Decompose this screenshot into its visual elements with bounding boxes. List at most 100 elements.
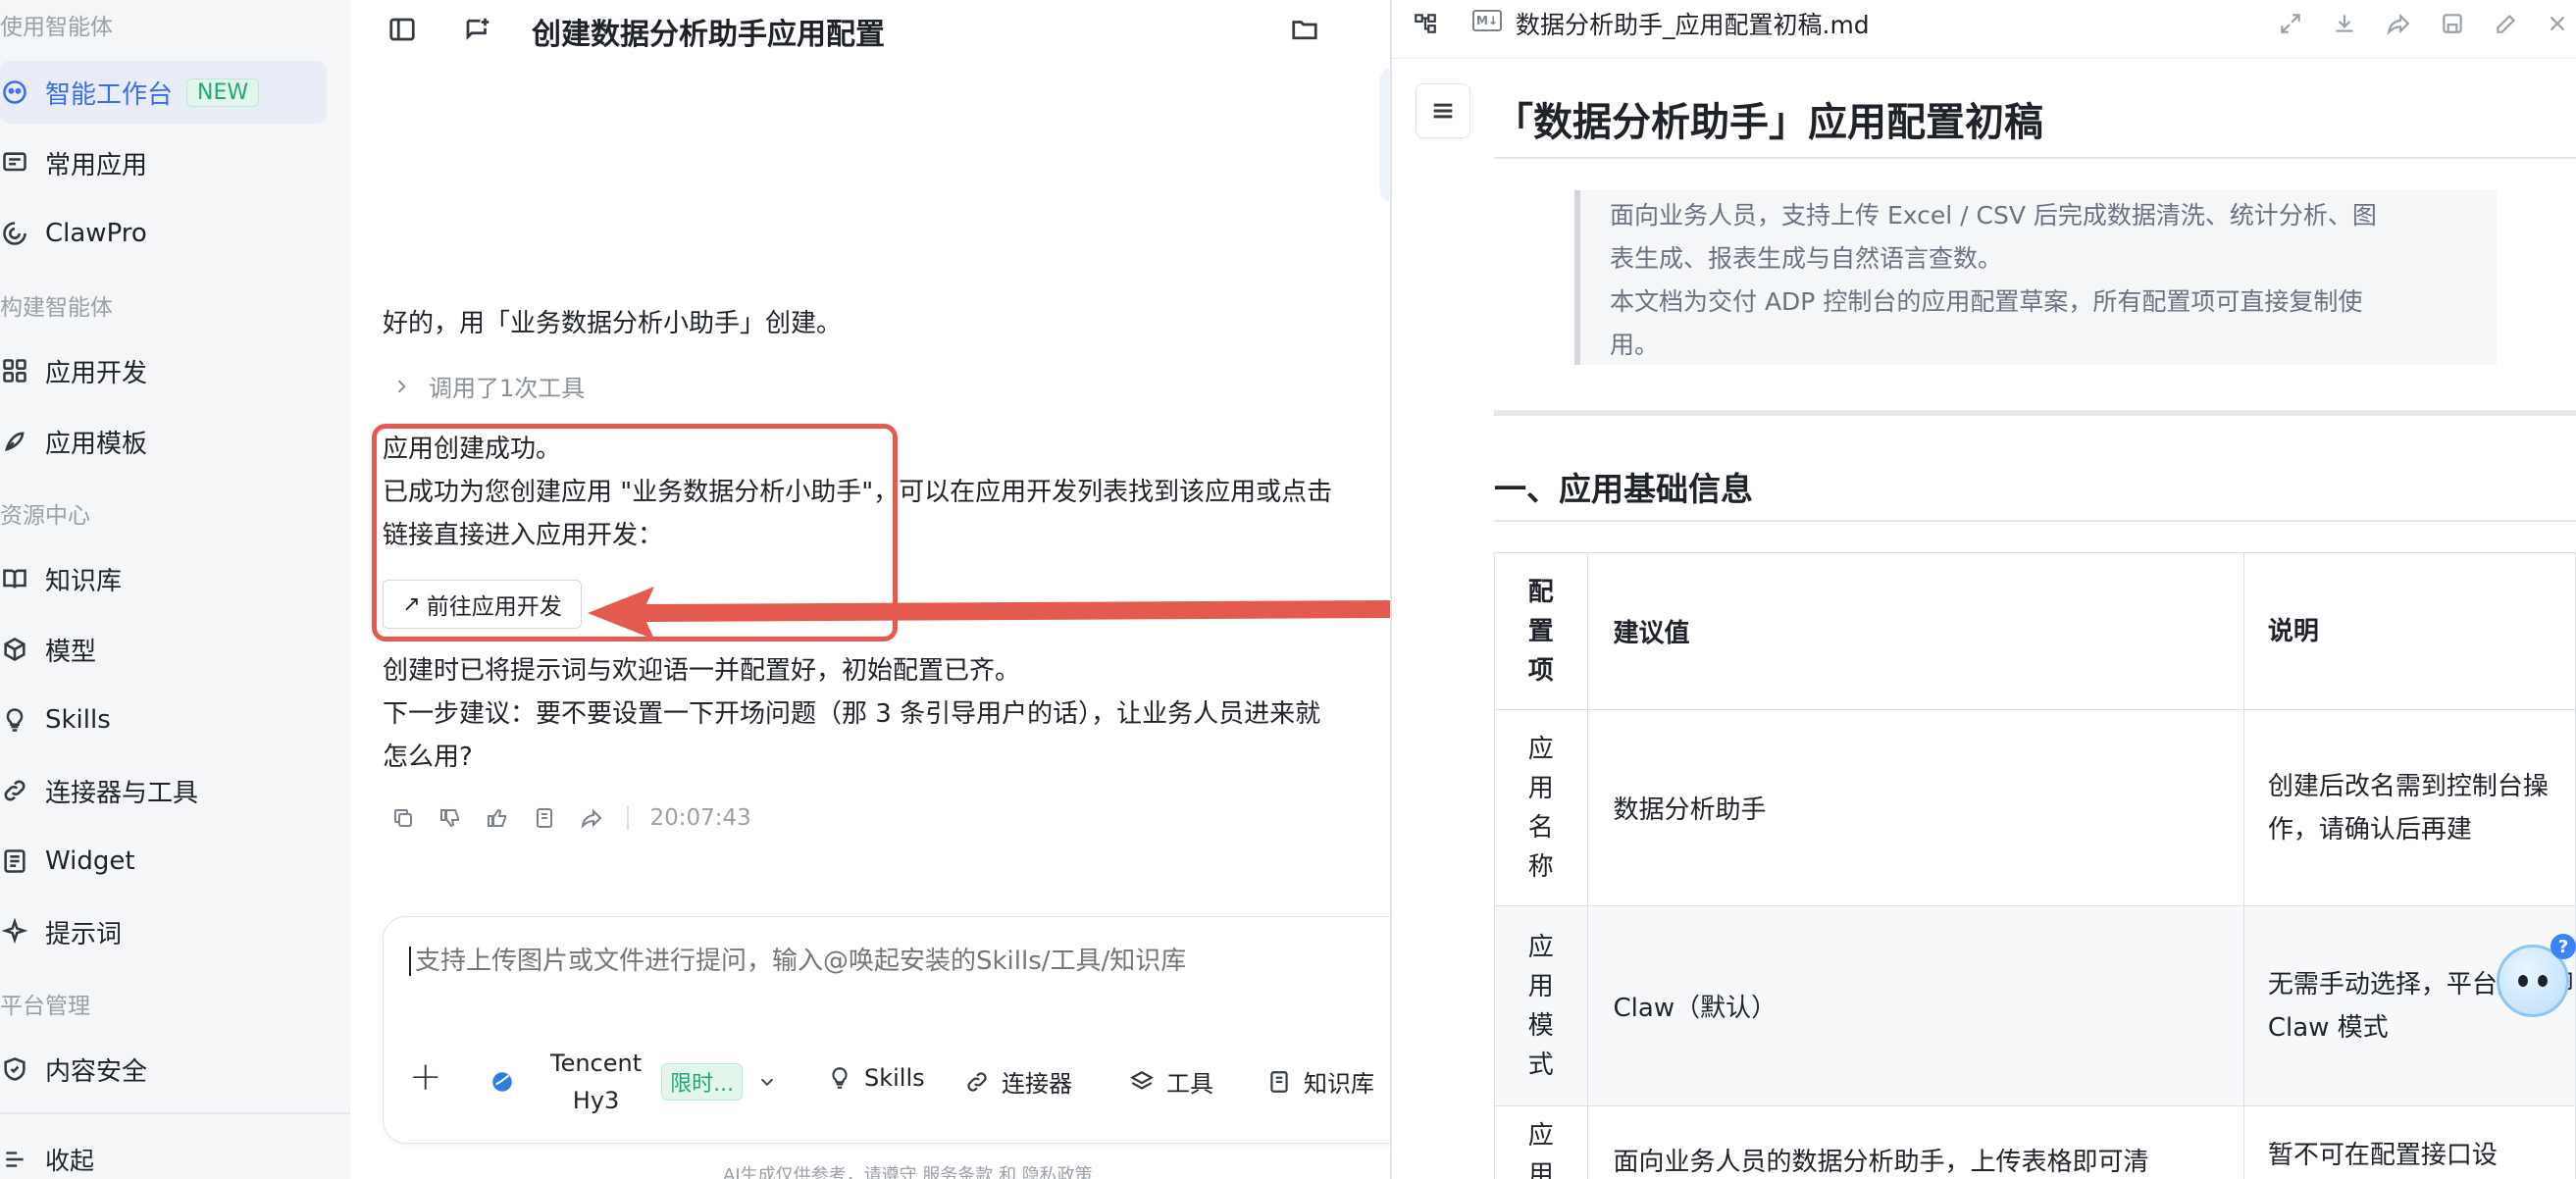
- sidebar-item-clawpro[interactable]: ClawPro: [0, 202, 327, 265]
- knowledge-button[interactable]: 知识库: [1266, 1064, 1374, 1099]
- model-selector[interactable]: Tencent Hy3 限时...: [489, 1045, 790, 1119]
- sidebar-item-label: 智能工作台: [45, 79, 174, 110]
- widget-icon: [0, 846, 29, 876]
- heading-rule: [1494, 520, 2576, 522]
- followup-line: 创建时已将提示词与欢迎语一并配置好，初始配置已齐。: [383, 656, 1021, 686]
- chevron-right-icon: [397, 379, 406, 393]
- quote-line: 本文档为交付 ADP 控制台的应用配置草案，所有配置项可直接复制使: [1610, 287, 2363, 316]
- table-cell: 面向业务人员的数据分析助手，上传表格即可清: [1586, 1105, 2244, 1179]
- edit-icon[interactable]: [2491, 8, 2522, 39]
- sidebar-item-app-templates[interactable]: 应用模板: [0, 410, 327, 473]
- sidebar-item-knowledge-base[interactable]: 知识库: [0, 547, 327, 610]
- document-blockquote: 面向业务人员，支持上传 Excel / CSV 后完成数据清洗、统计分析、图 表…: [1574, 190, 2497, 365]
- thumbs-up-icon[interactable]: [484, 804, 511, 832]
- sidebar-item-common-apps[interactable]: 常用应用: [0, 131, 327, 194]
- config-table: 配置项 建议值 说明 应用名称 数据分析助手 创建后改名需到控制台操作，请确认后…: [1494, 552, 2576, 1179]
- chevron-down-icon: [760, 1078, 774, 1087]
- chat-header: 创建数据分析助手应用配置: [350, 0, 1390, 61]
- sidebar-item-label: 应用开发: [45, 358, 148, 388]
- collapse-icon: [0, 1145, 29, 1174]
- section-title-build: 构建智能体: [0, 295, 113, 321]
- page-title: 创建数据分析助手应用配置: [532, 18, 885, 52]
- composer: + Tencent Hy3 限时... Skills: [383, 916, 1390, 1144]
- tools-button[interactable]: 工具: [1129, 1064, 1213, 1099]
- outline-icon[interactable]: [1410, 8, 1441, 39]
- link-icon: [967, 1071, 987, 1092]
- tools-label: 工具: [1166, 1070, 1213, 1098]
- table-header: 配置项: [1494, 552, 1588, 710]
- book-icon: [0, 564, 29, 593]
- table-cell: 应用名称: [1494, 709, 1588, 906]
- document-filename: 数据分析助手_应用配置初稿.md: [1516, 11, 1870, 39]
- panel-edge-tab: [1380, 69, 1390, 202]
- clawpro-icon: [0, 219, 29, 248]
- sidebar-item-prompts[interactable]: 提示词: [0, 900, 327, 963]
- quote-line: 面向业务人员，支持上传 Excel / CSV 后完成数据清洗、统计分析、图: [1610, 201, 2377, 230]
- disclaimer-text: AI生成仅供参考，请遵守 服务条款 和 隐私政策: [723, 1165, 1093, 1179]
- sidebar-item-workspace[interactable]: 智能工作台 NEW: [0, 61, 327, 124]
- grid-icon: [0, 356, 29, 385]
- sidebar-item-app-dev[interactable]: 应用开发: [0, 339, 327, 402]
- share-icon[interactable]: [2383, 8, 2414, 39]
- document-topbar: M↓ 数据分析助手_应用配置初稿.md: [1392, 0, 2576, 59]
- sidebar-item-models[interactable]: 模型: [0, 618, 327, 681]
- collapse-label: 收起: [45, 1147, 95, 1175]
- sidebar-item-label: 提示词: [45, 919, 123, 949]
- followup-line: 怎么用?: [383, 743, 473, 772]
- sidebar-item-label: 常用应用: [45, 150, 148, 180]
- save-icon[interactable]: [2437, 8, 2468, 39]
- cube-icon: [0, 635, 29, 664]
- section-title-platform: 平台管理: [0, 994, 90, 1019]
- plus-icon: +: [409, 1054, 442, 1100]
- message-input[interactable]: [409, 947, 1370, 976]
- copy-icon[interactable]: [389, 804, 417, 832]
- sidebar-item-connectors[interactable]: 连接器与工具: [0, 759, 327, 822]
- sidebar-item-label: Skills: [45, 705, 111, 735]
- composer-toolbar: + Tencent Hy3 限时... Skills 连接器 工具 知识库: [384, 1045, 1390, 1123]
- tool-call-toggle[interactable]: 调用了1次工具: [391, 369, 585, 403]
- table-row: 应用名称 数据分析助手 创建后改名需到控制台操作，请确认后再建: [1494, 709, 2576, 906]
- title-rule: [1494, 157, 2576, 159]
- message-actions: 20:07:43: [389, 804, 751, 832]
- save-note-icon[interactable]: [531, 804, 558, 832]
- help-icon[interactable]: ?: [2550, 934, 2576, 959]
- attach-button[interactable]: +: [409, 1054, 442, 1100]
- workspace-icon: [0, 77, 29, 107]
- document-icon: [1270, 1070, 1288, 1093]
- table-of-contents-button[interactable]: [1416, 83, 1470, 138]
- toggle-sidebar-icon[interactable]: [385, 12, 420, 47]
- new-badge: NEW: [186, 77, 260, 107]
- connectors-button[interactable]: 连接器: [964, 1064, 1072, 1099]
- close-icon[interactable]: [2542, 8, 2573, 39]
- chat-panel: 创建数据分析助手应用配置 好的，用「业务数据分析小助手」创建。 调用了1次工具 …: [350, 0, 1390, 1179]
- share-icon[interactable]: [578, 804, 605, 832]
- model-name: Tencent Hy3: [550, 1045, 642, 1119]
- message-timestamp: 20:07:43: [649, 805, 751, 831]
- sidebar-item-skills[interactable]: Skills: [0, 689, 327, 751]
- folder-icon[interactable]: [1287, 12, 1322, 47]
- table-cell: 应用模式: [1494, 905, 1588, 1106]
- sparkle-icon: [0, 917, 29, 947]
- sidebar-item-label: 应用模板: [45, 429, 148, 459]
- collapse-button[interactable]: 收起: [0, 1142, 94, 1177]
- new-chat-icon[interactable]: [460, 12, 495, 47]
- section-divider: [1494, 410, 2576, 416]
- skills-label: Skills: [864, 1064, 925, 1092]
- app-root: 使用智能体 智能工作台 NEW 常用应用 ClawPro 构建智能体 应用开发 …: [0, 0, 2576, 1179]
- download-icon[interactable]: [2329, 8, 2360, 39]
- sidebar: 使用智能体 智能工作台 NEW 常用应用 ClawPro 构建智能体 应用开发 …: [0, 0, 350, 1179]
- thumbs-down-icon[interactable]: [437, 804, 464, 832]
- limited-time-badge: 限时...: [661, 1063, 744, 1101]
- sidebar-item-content-safety[interactable]: 内容安全: [0, 1038, 327, 1101]
- model-name-line1: Tencent: [550, 1050, 643, 1077]
- sidebar-item-widget[interactable]: Widget: [0, 830, 327, 893]
- sidebar-item-label: 内容安全: [45, 1056, 148, 1087]
- table-row: 应用模式 Claw（默认） 无需手动选择，平台默认即 Claw 模式: [1494, 905, 2576, 1106]
- sidebar-item-label: Widget: [45, 846, 135, 876]
- divider: [627, 806, 629, 830]
- document-title: 「数据分析助手」应用配置初稿: [1494, 100, 2043, 145]
- sidebar-item-label: 知识库: [45, 566, 123, 596]
- table-cell: Claw（默认）: [1586, 905, 2244, 1106]
- expand-icon[interactable]: [2275, 8, 2306, 39]
- skills-button[interactable]: Skills: [827, 1064, 925, 1092]
